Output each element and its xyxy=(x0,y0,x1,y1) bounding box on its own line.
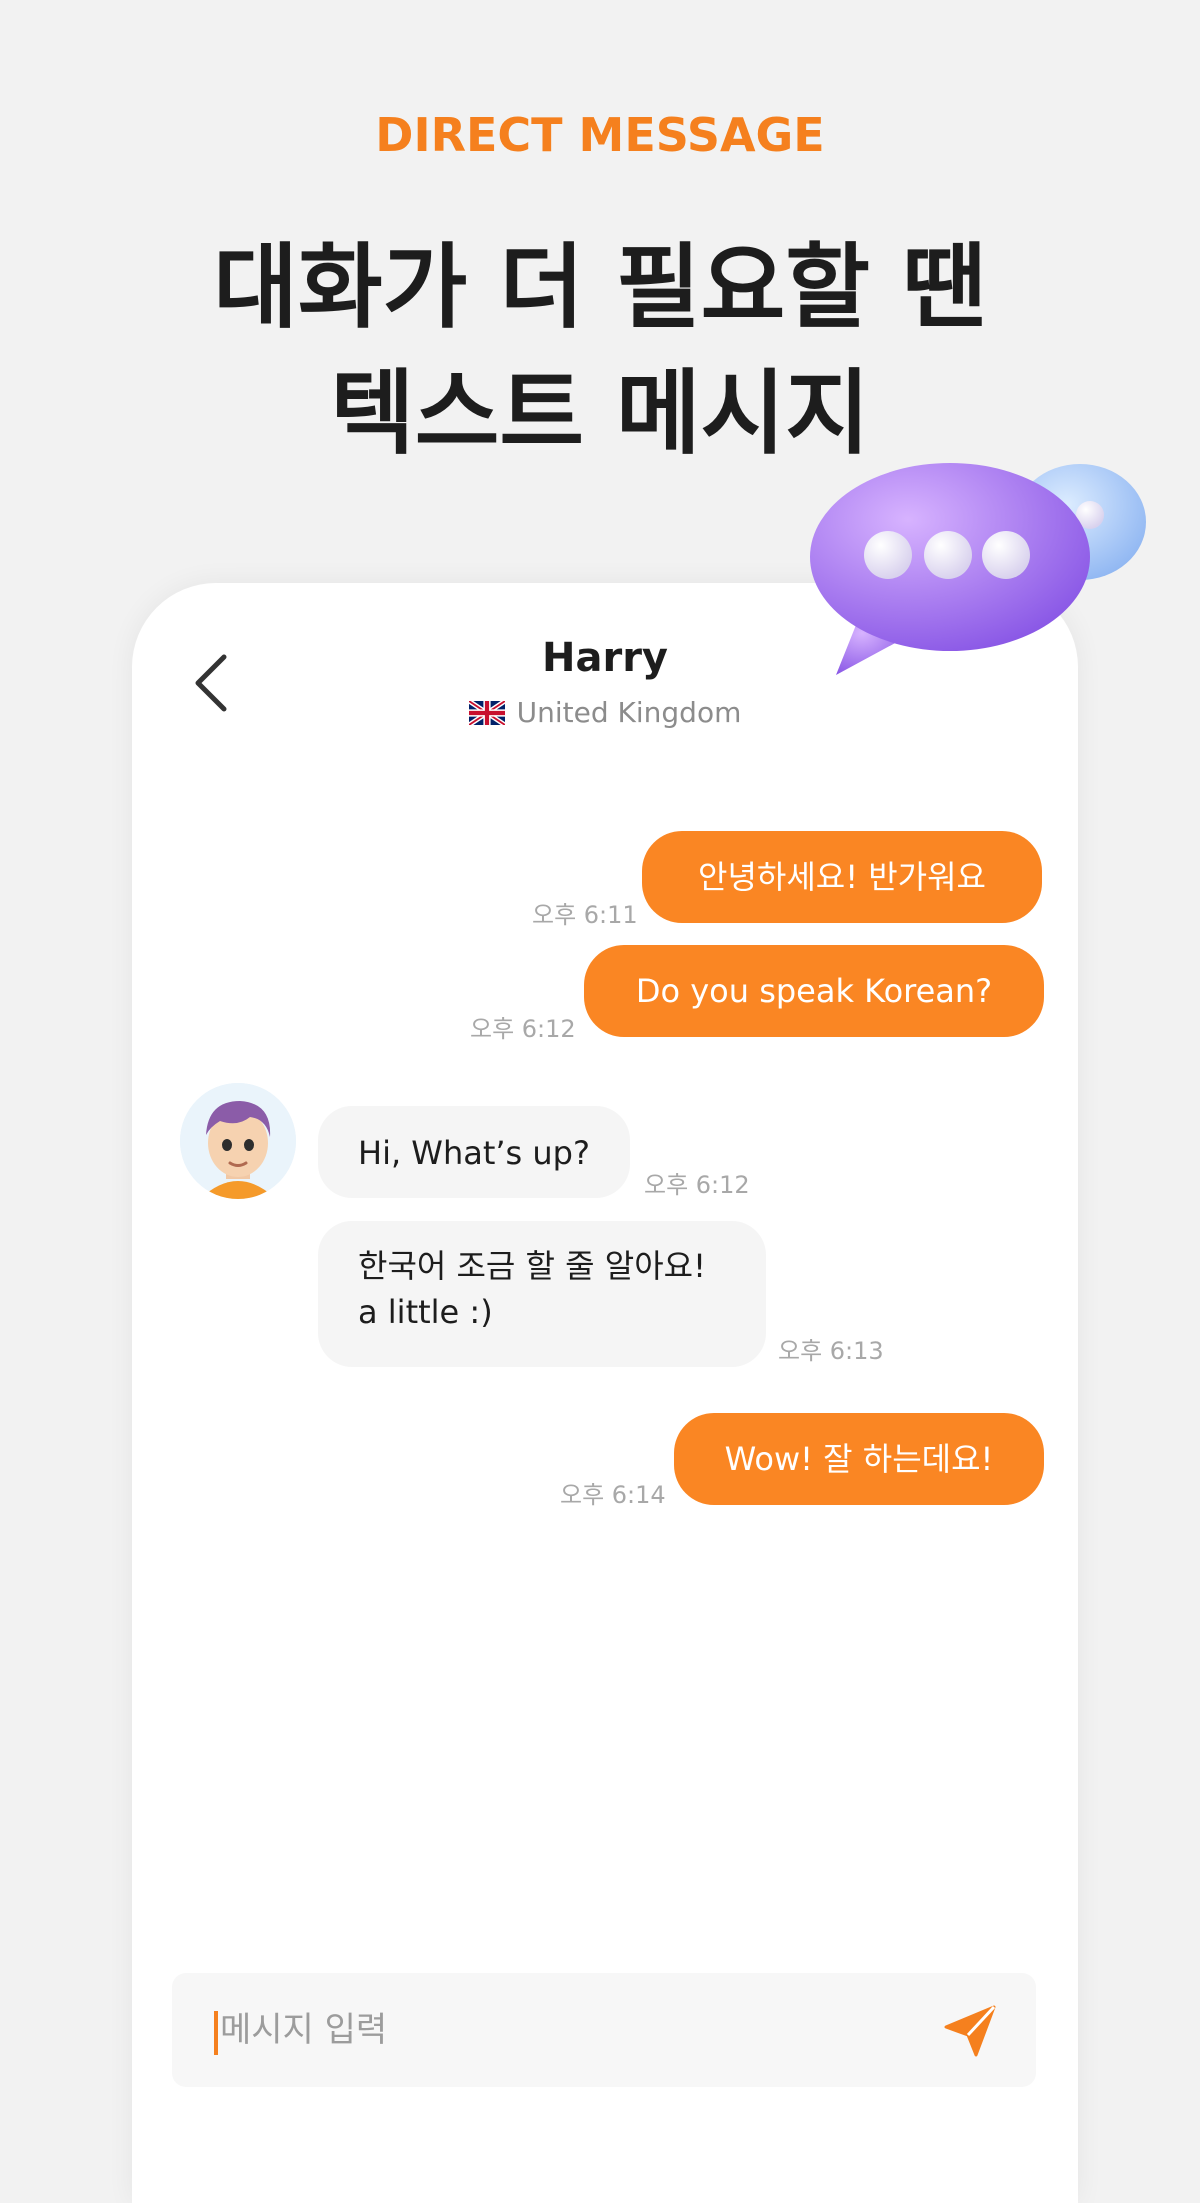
chat-country: United Kingdom xyxy=(516,696,742,729)
message-time: 오후 6:11 xyxy=(532,901,638,929)
text-cursor xyxy=(214,2011,218,2055)
message-line: a little :) xyxy=(358,1293,493,1331)
uk-flag-icon xyxy=(468,701,505,725)
message-bubble-sent: Do you speak Korean? xyxy=(584,945,1044,1037)
message-bubble-received: 한국어 조금 할 줄 알아요! a little :) xyxy=(318,1221,766,1367)
phone-frame: Harry United Kingdom 오후 6:11 안녕하세요! 반가워요… xyxy=(132,583,1078,2203)
promo-eyebrow: DIRECT MESSAGE xyxy=(375,108,825,162)
send-icon xyxy=(944,2005,996,2057)
message-bubble-sent: 안녕하세요! 반가워요 xyxy=(642,831,1042,923)
message-bubble-received: Hi, What’s up? xyxy=(318,1106,630,1198)
avatar[interactable] xyxy=(180,1083,296,1199)
message-time: 오후 6:12 xyxy=(644,1171,750,1199)
promo-headline-line1: 대화가 더 필요할 땐 xyxy=(213,234,987,341)
message-line: 한국어 조금 할 줄 알아요! xyxy=(358,1247,706,1285)
message-bubble-sent: Wow! 잘 하는데요! xyxy=(674,1413,1044,1505)
message-input[interactable] xyxy=(220,1973,920,2087)
send-button[interactable] xyxy=(940,2001,1000,2061)
message-time: 오후 6:12 xyxy=(470,1015,576,1043)
message-input-bar xyxy=(172,1973,1036,2087)
avatar-image xyxy=(180,1083,296,1199)
message-time: 오후 6:13 xyxy=(778,1337,884,1365)
message-time: 오후 6:14 xyxy=(560,1481,666,1509)
speech-bubbles-illustration xyxy=(810,463,1146,675)
